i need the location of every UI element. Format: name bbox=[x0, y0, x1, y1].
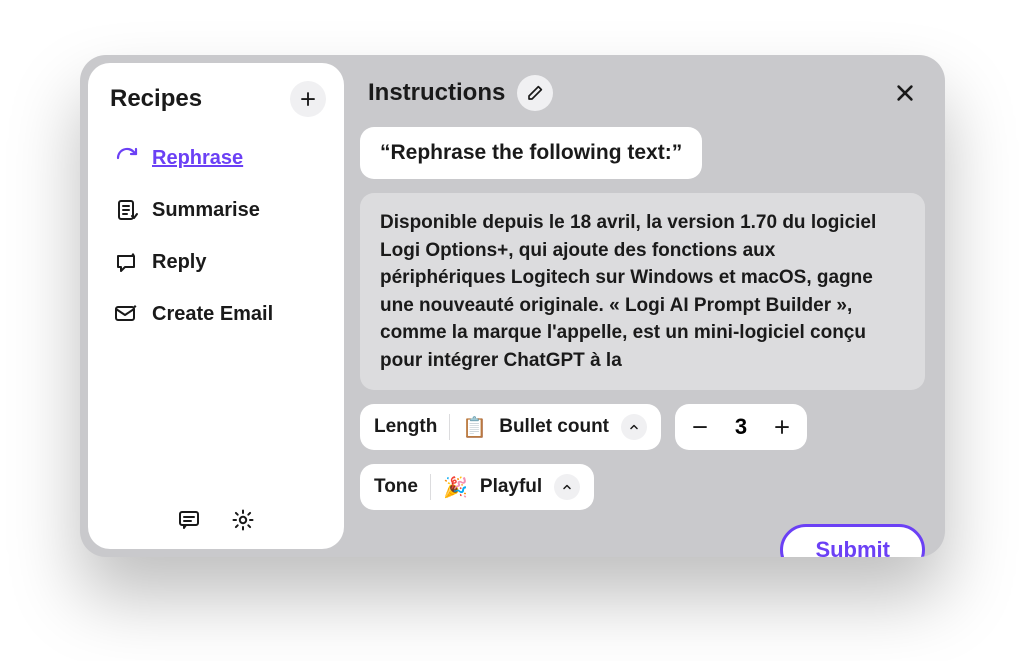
sidebar-title: Recipes bbox=[110, 85, 202, 113]
prompt-chip[interactable]: “Rephrase the following text:” bbox=[360, 127, 702, 179]
refresh-icon bbox=[114, 145, 140, 171]
settings-button[interactable] bbox=[230, 507, 256, 533]
divider bbox=[430, 474, 431, 500]
bullet-count-value: 3 bbox=[733, 414, 749, 440]
length-selector[interactable]: Length 📋 Bullet count bbox=[360, 404, 661, 450]
increment-button[interactable] bbox=[767, 412, 797, 442]
gear-icon bbox=[231, 508, 255, 532]
party-popper-icon: 🎉 bbox=[443, 475, 468, 500]
decrement-button[interactable] bbox=[685, 412, 715, 442]
length-dropdown-toggle[interactable] bbox=[621, 414, 647, 440]
sidebar-item-rephrase[interactable]: Rephrase bbox=[102, 135, 330, 181]
recipe-label: Rephrase bbox=[152, 147, 243, 170]
tone-dropdown-toggle[interactable] bbox=[554, 474, 580, 500]
edit-instructions-button[interactable] bbox=[517, 75, 553, 111]
chat-icon bbox=[177, 508, 201, 532]
feedback-button[interactable] bbox=[176, 507, 202, 533]
minus-icon bbox=[691, 418, 709, 436]
length-mode: Bullet count bbox=[499, 416, 609, 438]
plus-icon bbox=[299, 90, 317, 108]
create-email-icon bbox=[114, 301, 140, 327]
pencil-icon bbox=[526, 84, 544, 102]
recipes-sidebar: Recipes Rephrase Summarise bbox=[88, 63, 344, 549]
recipe-label: Create Email bbox=[152, 303, 273, 326]
sidebar-item-create-email[interactable]: Create Email bbox=[102, 291, 330, 337]
bullet-count-stepper: 3 bbox=[675, 404, 807, 450]
close-icon bbox=[894, 82, 916, 104]
sidebar-header: Recipes bbox=[98, 81, 334, 131]
sidebar-footer bbox=[98, 507, 334, 537]
add-recipe-button[interactable] bbox=[290, 81, 326, 117]
recipe-label: Summarise bbox=[152, 199, 260, 222]
close-button[interactable] bbox=[887, 75, 923, 111]
instructions-title: Instructions bbox=[368, 79, 505, 107]
tone-label: Tone bbox=[374, 476, 418, 498]
chevron-up-icon bbox=[561, 481, 573, 493]
length-label: Length bbox=[374, 416, 437, 438]
length-row: Length 📋 Bullet count 3 bbox=[360, 404, 925, 450]
recipes-list: Rephrase Summarise Reply Create Email bbox=[98, 131, 334, 507]
tone-selector[interactable]: Tone 🎉 Playful bbox=[360, 464, 594, 510]
submit-row: Submit bbox=[360, 524, 925, 557]
summarise-icon bbox=[114, 197, 140, 223]
tone-value: Playful bbox=[480, 476, 542, 498]
main-header: Instructions bbox=[360, 71, 925, 113]
instructions-panel: Instructions “Rephrase the following tex… bbox=[352, 55, 945, 557]
submit-button[interactable]: Submit bbox=[780, 524, 925, 557]
chevron-up-icon bbox=[628, 421, 640, 433]
reply-icon bbox=[114, 249, 140, 275]
tone-row: Tone 🎉 Playful bbox=[360, 464, 925, 510]
plus-icon bbox=[773, 418, 791, 436]
sidebar-item-summarise[interactable]: Summarise bbox=[102, 187, 330, 233]
recipe-label: Reply bbox=[152, 251, 206, 274]
clipboard-icon: 📋 bbox=[462, 415, 487, 440]
divider bbox=[449, 414, 450, 440]
sidebar-item-reply[interactable]: Reply bbox=[102, 239, 330, 285]
source-text[interactable]: Disponible depuis le 18 avril, la versio… bbox=[360, 193, 925, 390]
app-window: Recipes Rephrase Summarise bbox=[80, 55, 945, 557]
